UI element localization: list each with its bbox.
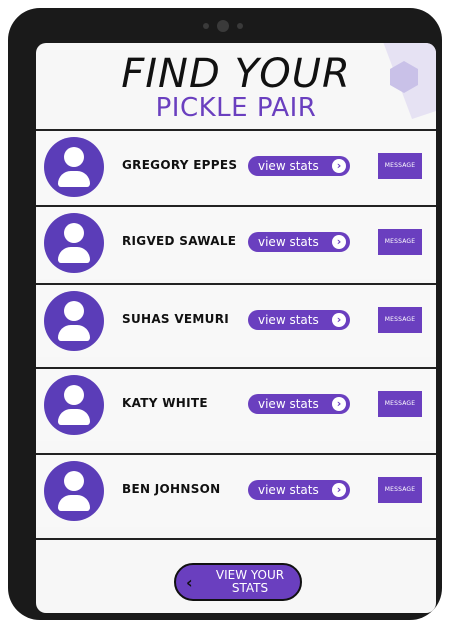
player-name: RIGVED SAWALE bbox=[122, 234, 237, 248]
view-your-stats-line2: STATS bbox=[231, 581, 269, 595]
chevron-right-circle-icon: › bbox=[332, 235, 346, 249]
list-item: BEN JOHNSON view stats › MESSAGE bbox=[36, 453, 436, 527]
view-your-stats-button[interactable]: ‹ VIEW YOUR STATS bbox=[174, 563, 302, 601]
chevron-right-circle-icon: › bbox=[332, 483, 346, 497]
chevron-right-circle-icon: › bbox=[332, 313, 346, 327]
list-item: RIGVED SAWALE view stats › MESSAGE bbox=[36, 205, 436, 279]
user-avatar-icon bbox=[44, 213, 104, 273]
list-item: SUHAS VEMURI view stats › MESSAGE bbox=[36, 283, 436, 357]
view-your-stats-label: VIEW YOUR STATS bbox=[198, 569, 302, 595]
chevron-left-icon: ‹ bbox=[186, 573, 193, 592]
view-stats-label: view stats bbox=[258, 483, 319, 497]
chevron-right-circle-icon: › bbox=[332, 159, 346, 173]
message-button[interactable]: MESSAGE bbox=[378, 229, 422, 255]
view-stats-button[interactable]: view stats › bbox=[248, 394, 350, 414]
screen: FIND YOUR PICKLE PAIR GREGORY EPPES view… bbox=[36, 43, 436, 613]
sensor-dot bbox=[203, 23, 209, 29]
user-avatar-icon bbox=[44, 291, 104, 351]
page-subtitle: PICKLE PAIR bbox=[155, 93, 317, 123]
player-name: KATY WHITE bbox=[122, 396, 208, 410]
page-title: FIND YOUR bbox=[121, 51, 351, 97]
view-stats-button[interactable]: view stats › bbox=[248, 232, 350, 252]
player-name: BEN JOHNSON bbox=[122, 482, 221, 496]
tablet-frame: FIND YOUR PICKLE PAIR GREGORY EPPES view… bbox=[8, 8, 442, 620]
user-avatar-icon bbox=[44, 461, 104, 521]
message-button[interactable]: MESSAGE bbox=[378, 307, 422, 333]
list-item: GREGORY EPPES view stats › MESSAGE bbox=[36, 129, 436, 203]
user-avatar-icon bbox=[44, 375, 104, 435]
view-stats-button[interactable]: view stats › bbox=[248, 156, 350, 176]
camera-bar bbox=[203, 20, 253, 34]
chevron-right-circle-icon: › bbox=[332, 397, 346, 411]
message-button[interactable]: MESSAGE bbox=[378, 153, 422, 179]
sensor-dot bbox=[237, 23, 243, 29]
view-stats-label: view stats bbox=[258, 235, 319, 249]
view-stats-label: view stats bbox=[258, 313, 319, 327]
message-button[interactable]: MESSAGE bbox=[378, 391, 422, 417]
player-name: SUHAS VEMURI bbox=[122, 312, 230, 326]
divider bbox=[36, 538, 436, 540]
camera-icon bbox=[217, 20, 229, 32]
player-name: GREGORY EPPES bbox=[122, 158, 238, 172]
view-stats-button[interactable]: view stats › bbox=[248, 310, 350, 330]
user-avatar-icon bbox=[44, 137, 104, 197]
message-button[interactable]: MESSAGE bbox=[378, 477, 422, 503]
view-stats-button[interactable]: view stats › bbox=[248, 480, 350, 500]
view-stats-label: view stats bbox=[258, 159, 319, 173]
view-stats-label: view stats bbox=[258, 397, 319, 411]
list-item: KATY WHITE view stats › MESSAGE bbox=[36, 367, 436, 441]
